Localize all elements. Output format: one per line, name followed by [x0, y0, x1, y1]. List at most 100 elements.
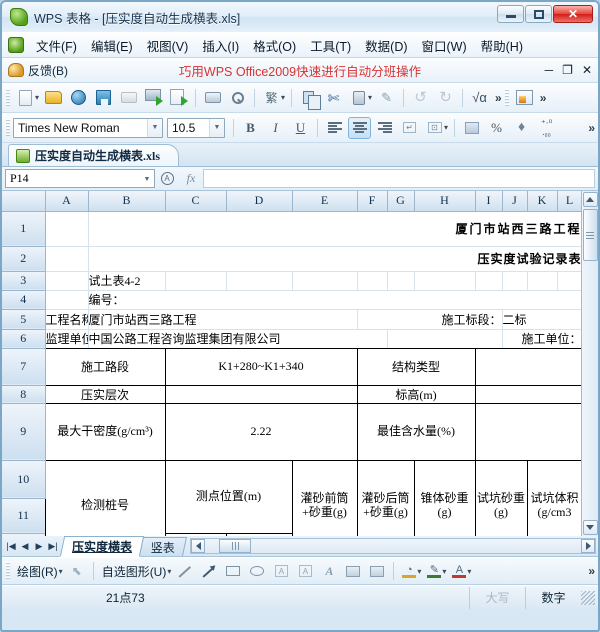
cell-a2[interactable] — [45, 246, 89, 272]
cell-elevation-label[interactable]: 标高(m) — [356, 384, 476, 404]
cell-i3[interactable] — [475, 271, 503, 291]
draw-menu-dropdown-icon[interactable]: ▾ — [59, 567, 63, 576]
cell-k3[interactable] — [527, 271, 558, 291]
promo-message[interactable]: 巧用WPS Office2009快速进行自动分班操作 — [179, 61, 421, 80]
row-header-3[interactable]: 3 — [2, 271, 46, 291]
menu-item-insert[interactable]: 插入(I) — [195, 34, 246, 57]
cell-g3[interactable] — [387, 271, 415, 291]
row-header-8[interactable]: 8 — [2, 385, 46, 404]
redo-icon[interactable]: ↻ — [434, 86, 457, 109]
autoshapes-menu-button[interactable]: 自选图形(U) — [98, 563, 171, 580]
cell-road-value[interactable]: K1+280~K1+340 — [164, 347, 358, 386]
merge-dropdown-icon[interactable]: ▾ — [444, 123, 448, 132]
scroll-up-button[interactable] — [582, 192, 598, 207]
cell-f3[interactable] — [357, 271, 388, 291]
cell-d3[interactable] — [226, 271, 293, 291]
cell-structure-value[interactable] — [474, 347, 581, 386]
formula-input[interactable] — [203, 169, 595, 188]
font-color-icon[interactable]: A — [448, 561, 470, 581]
cell-number-label[interactable]: 编号： — [88, 290, 581, 310]
name-box-dropdown-icon[interactable]: ▼ — [140, 175, 154, 183]
save-icon[interactable] — [92, 86, 115, 109]
formatting-toolbar-overflow-icon[interactable]: » — [585, 121, 598, 135]
italic-button[interactable]: I — [264, 117, 287, 139]
cell-section-value[interactable]: 二标 — [502, 309, 581, 330]
picture-icon[interactable] — [366, 561, 388, 582]
row-header-2[interactable]: 2 — [2, 246, 46, 272]
column-header-l[interactable]: L — [557, 191, 581, 212]
function-wizard-icon[interactable]: fx — [179, 169, 203, 189]
cell-structure-label[interactable]: 结构类型 — [356, 347, 476, 386]
cell-elevation-value[interactable] — [474, 384, 581, 404]
cell-stake-header[interactable]: 检测桩号 — [44, 459, 166, 536]
column-header-j[interactable]: J — [502, 191, 528, 212]
menu-item-window[interactable]: 窗口(W) — [415, 34, 474, 57]
cell-dist-groove-header[interactable]: 距路槽 — [164, 532, 227, 536]
document-tab[interactable]: 压实度自动生成横表.xls — [8, 144, 180, 166]
font-size-select[interactable]: 10.5 ▼ — [167, 117, 225, 138]
scroll-right-button[interactable] — [581, 539, 595, 553]
rectangle-icon[interactable] — [222, 561, 244, 582]
cell-road-label[interactable]: 施工路段 — [44, 347, 166, 386]
cell-supervisor-label[interactable]: 监理单位： — [45, 329, 89, 349]
open-file-icon[interactable] — [42, 86, 65, 109]
copy-icon[interactable] — [297, 86, 322, 110]
undo-icon[interactable]: ↺ — [409, 86, 432, 109]
cell-maxdry-label[interactable]: 最大干密度(g/cm³) — [44, 402, 166, 461]
column-header-d[interactable]: D — [226, 191, 293, 212]
cell-pit-sand-header[interactable]: 试坑砂重(g) — [474, 459, 528, 536]
menu-item-help[interactable]: 帮助(H) — [474, 34, 530, 57]
bold-button[interactable]: B — [239, 117, 262, 139]
column-header-e[interactable]: E — [292, 191, 358, 212]
format-painter-icon[interactable]: ✎ — [375, 86, 398, 109]
window-toolbar-overflow-icon[interactable]: » — [537, 91, 550, 105]
row-header-6[interactable]: 6 — [2, 329, 46, 349]
worksheet-grid[interactable]: A B C D E F G H I J K L 1 厦门市站西三路工程 2 压实… — [2, 191, 581, 536]
cell-dist-center-header[interactable]: 距中线 — [225, 532, 293, 536]
vertical-textbox-icon[interactable]: A — [294, 561, 316, 582]
autoshapes-dropdown-icon[interactable]: ▾ — [167, 567, 171, 576]
underline-button[interactable]: U — [289, 117, 312, 139]
font-name-select[interactable]: Times New Roman ▼ — [13, 117, 163, 138]
row-header-10[interactable]: 10 — [2, 460, 46, 499]
close-button[interactable]: ✕ — [553, 5, 593, 23]
cell-cone-sand-header[interactable]: 锥体砂重(g) — [413, 459, 476, 536]
menu-item-edit[interactable]: 编辑(E) — [84, 34, 140, 57]
insert-function-search-icon[interactable]: A — [155, 169, 179, 189]
cell-a4[interactable] — [45, 290, 89, 310]
row-header-5[interactable]: 5 — [2, 309, 46, 330]
column-header-a[interactable]: A — [45, 191, 89, 212]
email-send-icon[interactable] — [142, 86, 165, 109]
scroll-down-button[interactable] — [582, 520, 598, 535]
cell-subtitle[interactable]: 压实度试验记录表 — [88, 246, 581, 272]
menu-item-file[interactable]: 文件(F) — [29, 34, 84, 57]
cell-maxdry-value[interactable]: 2.22 — [164, 402, 358, 461]
sheet-tab-compaction-horizontal[interactable]: 压实度横表 — [59, 535, 145, 557]
sheet-nav-last-button[interactable]: ▶| — [47, 541, 59, 552]
cell-layer-label[interactable]: 压实层次 — [44, 384, 166, 404]
sheet-nav-next-button[interactable]: ▶ — [33, 541, 45, 552]
select-all-corner[interactable] — [2, 191, 46, 212]
feedback-link[interactable]: 反馈(B) — [28, 62, 68, 79]
column-header-b[interactable]: B — [88, 191, 166, 212]
horizontal-scroll-thumb[interactable] — [219, 539, 252, 553]
row-header-9[interactable]: 9 — [2, 403, 46, 461]
wordart-icon[interactable]: A — [318, 561, 340, 582]
sheet-nav-first-button[interactable]: |◀ — [5, 541, 17, 552]
cell-pit-volume-header[interactable]: 试坑体积(g/cm3 — [526, 459, 581, 536]
column-header-k[interactable]: K — [527, 191, 558, 212]
wrap-text-button[interactable]: ↵ — [398, 117, 421, 139]
cell-c3[interactable] — [165, 271, 227, 291]
mdi-minimize-button[interactable]: ─ — [545, 63, 554, 77]
textbox-icon[interactable]: A — [270, 561, 292, 582]
cell-project-value[interactable]: 厦门市站西三路工程 — [88, 309, 358, 330]
increase-decimal-button[interactable]: ⁺·⁰ .₀₀ — [535, 117, 558, 139]
menu-item-data[interactable]: 数据(D) — [358, 34, 414, 57]
comma-style-button[interactable]: ♦ — [510, 117, 533, 139]
standard-toolbar-overflow-icon[interactable]: » — [492, 91, 505, 105]
vertical-scrollbar[interactable] — [581, 191, 598, 536]
cell-h3[interactable] — [414, 271, 476, 291]
export-pdf-icon[interactable] — [167, 86, 190, 109]
cell-optwater-label[interactable]: 最佳含水量(%) — [356, 402, 476, 461]
cell-project-label[interactable]: 工程名称： — [45, 309, 89, 330]
